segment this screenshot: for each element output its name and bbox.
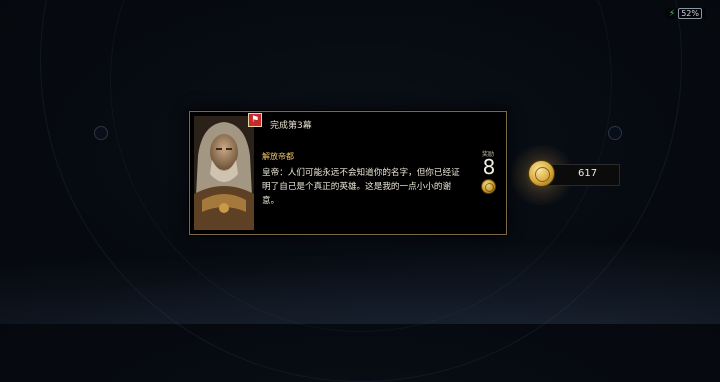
gold-coin-icon xyxy=(481,179,496,194)
background-fog xyxy=(0,234,720,324)
map-node xyxy=(94,126,108,140)
quest-complete-card[interactable]: ⚑ 完成第3幕 解放帝都 皇帝：人们可能永远不会知道你的名字，但你已经证明了自己… xyxy=(189,111,507,235)
currency-value: 617 xyxy=(578,168,598,179)
portrait-art xyxy=(194,116,254,230)
battery-indicator: ⚡ 52% xyxy=(664,8,706,19)
map-node xyxy=(608,126,622,140)
map-marker-icon: ⚑ xyxy=(248,113,262,127)
charging-icon: ⚡ xyxy=(668,8,676,19)
gold-coin-icon xyxy=(528,160,555,187)
battery-percent: 52% xyxy=(678,8,702,19)
currency-panel: 617 xyxy=(548,164,620,186)
reward-value: 8 xyxy=(482,155,496,179)
dialog-text: 皇帝：人们可能永远不会知道你的名字，但你已经证明了自己是个真正的英雄。这是我的一… xyxy=(262,168,460,206)
mission-name: 解放帝都 xyxy=(262,152,294,161)
emperor-portrait xyxy=(194,116,254,230)
quest-title: 完成第3幕 xyxy=(270,121,312,131)
